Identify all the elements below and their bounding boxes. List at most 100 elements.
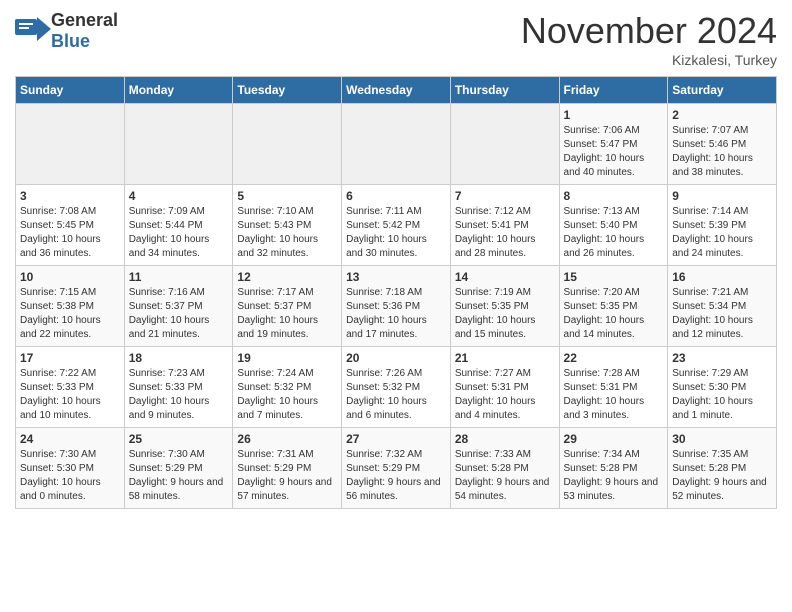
header: General Blue November 2024 Kizkalesi, Tu… <box>15 10 777 68</box>
day-info: Sunrise: 7:27 AM Sunset: 5:31 PM Dayligh… <box>455 367 555 423</box>
day-info: Sunrise: 7:09 AM Sunset: 5:44 PM Dayligh… <box>129 205 229 261</box>
day-info: Sunrise: 7:14 AM Sunset: 5:39 PM Dayligh… <box>672 205 772 261</box>
day-info: Sunrise: 7:11 AM Sunset: 5:42 PM Dayligh… <box>346 205 446 261</box>
day-info: Sunrise: 7:21 AM Sunset: 5:34 PM Dayligh… <box>672 286 772 342</box>
calendar-cell: 14Sunrise: 7:19 AM Sunset: 5:35 PM Dayli… <box>450 266 559 347</box>
calendar-cell: 24 Sunrise: 7:30 AM Sunset: 5:30 PM Dayli… <box>16 428 125 509</box>
day-info: Sunrise: 7:23 AM Sunset: 5:33 PM Dayligh… <box>129 367 229 423</box>
weekday-header-friday: Friday <box>559 77 668 104</box>
day-info: Sunrise: 7:35 AM Sunset: 5:28 PM Dayligh… <box>672 448 772 504</box>
day-number: 19 <box>237 351 337 365</box>
calendar-cell: 8Sunrise: 7:13 AM Sunset: 5:40 PM Daylig… <box>559 185 668 266</box>
calendar-cell: 20 Sunrise: 7:26 AM Sunset: 5:32 PM Dayli… <box>342 347 451 428</box>
day-number: 30 <box>672 432 772 446</box>
day-number: 14 <box>455 270 555 284</box>
day-number: 4 <box>129 189 229 203</box>
calendar-cell: 22Sunrise: 7:28 AM Sunset: 5:31 PM Dayli… <box>559 347 668 428</box>
week-row-4: 17 Sunrise: 7:22 AM Sunset: 5:33 PM Dayli… <box>16 347 777 428</box>
calendar-cell: 29 Sunrise: 7:34 AM Sunset: 5:28 PM Dayli… <box>559 428 668 509</box>
day-number: 2 <box>672 108 772 122</box>
day-number: 7 <box>455 189 555 203</box>
calendar-cell: 23Sunrise: 7:29 AM Sunset: 5:30 PM Dayli… <box>668 347 777 428</box>
day-info: Sunrise: 7:20 AM Sunset: 5:35 PM Dayligh… <box>564 286 664 342</box>
day-number: 29 <box>564 432 664 446</box>
calendar-cell: 28 Sunrise: 7:33 AM Sunset: 5:28 PM Dayli… <box>450 428 559 509</box>
calendar-page: General Blue November 2024 Kizkalesi, Tu… <box>0 0 792 519</box>
day-number: 5 <box>237 189 337 203</box>
calendar-cell: 1 Sunrise: 7:06 AM Sunset: 5:47 PM Daylig… <box>559 104 668 185</box>
calendar-cell: 6Sunrise: 7:11 AM Sunset: 5:42 PM Daylig… <box>342 185 451 266</box>
day-info: Sunrise: 7:08 AM Sunset: 5:45 PM Dayligh… <box>20 205 120 261</box>
logo-general: General <box>51 10 118 30</box>
day-number: 13 <box>346 270 446 284</box>
calendar-table: SundayMondayTuesdayWednesdayThursdayFrid… <box>15 76 777 509</box>
calendar-cell: 30 Sunrise: 7:35 AM Sunset: 5:28 PM Dayli… <box>668 428 777 509</box>
day-number: 17 <box>20 351 120 365</box>
day-number: 16 <box>672 270 772 284</box>
calendar-cell: 4 Sunrise: 7:09 AM Sunset: 5:44 PM Daylig… <box>124 185 233 266</box>
week-row-5: 24 Sunrise: 7:30 AM Sunset: 5:30 PM Dayli… <box>16 428 777 509</box>
calendar-cell <box>233 104 342 185</box>
calendar-cell: 26 Sunrise: 7:31 AM Sunset: 5:29 PM Dayli… <box>233 428 342 509</box>
week-row-2: 3 Sunrise: 7:08 AM Sunset: 5:45 PM Daylig… <box>16 185 777 266</box>
calendar-cell: 7 Sunrise: 7:12 AM Sunset: 5:41 PM Daylig… <box>450 185 559 266</box>
day-number: 18 <box>129 351 229 365</box>
day-number: 11 <box>129 270 229 284</box>
calendar-cell: 5 Sunrise: 7:10 AM Sunset: 5:43 PM Daylig… <box>233 185 342 266</box>
day-info: Sunrise: 7:17 AM Sunset: 5:37 PM Dayligh… <box>237 286 337 342</box>
day-number: 23 <box>672 351 772 365</box>
day-number: 21 <box>455 351 555 365</box>
day-info: Sunrise: 7:10 AM Sunset: 5:43 PM Dayligh… <box>237 205 337 261</box>
day-info: Sunrise: 7:34 AM Sunset: 5:28 PM Dayligh… <box>564 448 664 504</box>
weekday-header-wednesday: Wednesday <box>342 77 451 104</box>
day-info: Sunrise: 7:15 AM Sunset: 5:38 PM Dayligh… <box>20 286 120 342</box>
calendar-cell: 18 Sunrise: 7:23 AM Sunset: 5:33 PM Dayli… <box>124 347 233 428</box>
day-number: 12 <box>237 270 337 284</box>
day-number: 26 <box>237 432 337 446</box>
month-title: November 2024 <box>521 10 777 52</box>
calendar-cell: 19 Sunrise: 7:24 AM Sunset: 5:32 PM Dayli… <box>233 347 342 428</box>
day-info: Sunrise: 7:07 AM Sunset: 5:46 PM Dayligh… <box>672 124 772 180</box>
day-info: Sunrise: 7:16 AM Sunset: 5:37 PM Dayligh… <box>129 286 229 342</box>
location: Kizkalesi, Turkey <box>521 52 777 68</box>
calendar-cell: 11 Sunrise: 7:16 AM Sunset: 5:37 PM Dayli… <box>124 266 233 347</box>
day-info: Sunrise: 7:06 AM Sunset: 5:47 PM Dayligh… <box>564 124 664 180</box>
calendar-cell: 21 Sunrise: 7:27 AM Sunset: 5:31 PM Dayli… <box>450 347 559 428</box>
weekday-header-row: SundayMondayTuesdayWednesdayThursdayFrid… <box>16 77 777 104</box>
week-row-1: 1 Sunrise: 7:06 AM Sunset: 5:47 PM Daylig… <box>16 104 777 185</box>
calendar-cell: 9Sunrise: 7:14 AM Sunset: 5:39 PM Daylig… <box>668 185 777 266</box>
day-info: Sunrise: 7:28 AM Sunset: 5:31 PM Dayligh… <box>564 367 664 423</box>
day-info: Sunrise: 7:30 AM Sunset: 5:29 PM Dayligh… <box>129 448 229 504</box>
calendar-cell: 13Sunrise: 7:18 AM Sunset: 5:36 PM Dayli… <box>342 266 451 347</box>
weekday-header-monday: Monday <box>124 77 233 104</box>
day-info: Sunrise: 7:30 AM Sunset: 5:30 PM Dayligh… <box>20 448 120 504</box>
day-number: 10 <box>20 270 120 284</box>
calendar-cell <box>124 104 233 185</box>
day-info: Sunrise: 7:13 AM Sunset: 5:40 PM Dayligh… <box>564 205 664 261</box>
day-number: 3 <box>20 189 120 203</box>
week-row-3: 10 Sunrise: 7:15 AM Sunset: 5:38 PM Dayli… <box>16 266 777 347</box>
day-info: Sunrise: 7:12 AM Sunset: 5:41 PM Dayligh… <box>455 205 555 261</box>
day-info: Sunrise: 7:32 AM Sunset: 5:29 PM Dayligh… <box>346 448 446 504</box>
day-number: 27 <box>346 432 446 446</box>
day-number: 1 <box>564 108 664 122</box>
title-block: November 2024 Kizkalesi, Turkey <box>521 10 777 68</box>
calendar-cell <box>342 104 451 185</box>
day-info: Sunrise: 7:24 AM Sunset: 5:32 PM Dayligh… <box>237 367 337 423</box>
calendar-cell: 25Sunrise: 7:30 AM Sunset: 5:29 PM Dayli… <box>124 428 233 509</box>
calendar-cell <box>450 104 559 185</box>
calendar-cell: 12 Sunrise: 7:17 AM Sunset: 5:37 PM Dayli… <box>233 266 342 347</box>
day-info: Sunrise: 7:31 AM Sunset: 5:29 PM Dayligh… <box>237 448 337 504</box>
day-number: 20 <box>346 351 446 365</box>
day-number: 28 <box>455 432 555 446</box>
calendar-cell <box>16 104 125 185</box>
calendar-cell: 3 Sunrise: 7:08 AM Sunset: 5:45 PM Daylig… <box>16 185 125 266</box>
weekday-header-saturday: Saturday <box>668 77 777 104</box>
day-number: 24 <box>20 432 120 446</box>
day-info: Sunrise: 7:33 AM Sunset: 5:28 PM Dayligh… <box>455 448 555 504</box>
weekday-header-tuesday: Tuesday <box>233 77 342 104</box>
day-info: Sunrise: 7:22 AM Sunset: 5:33 PM Dayligh… <box>20 367 120 423</box>
logo: General Blue <box>15 10 118 52</box>
logo-icon <box>15 15 51 48</box>
day-info: Sunrise: 7:26 AM Sunset: 5:32 PM Dayligh… <box>346 367 446 423</box>
